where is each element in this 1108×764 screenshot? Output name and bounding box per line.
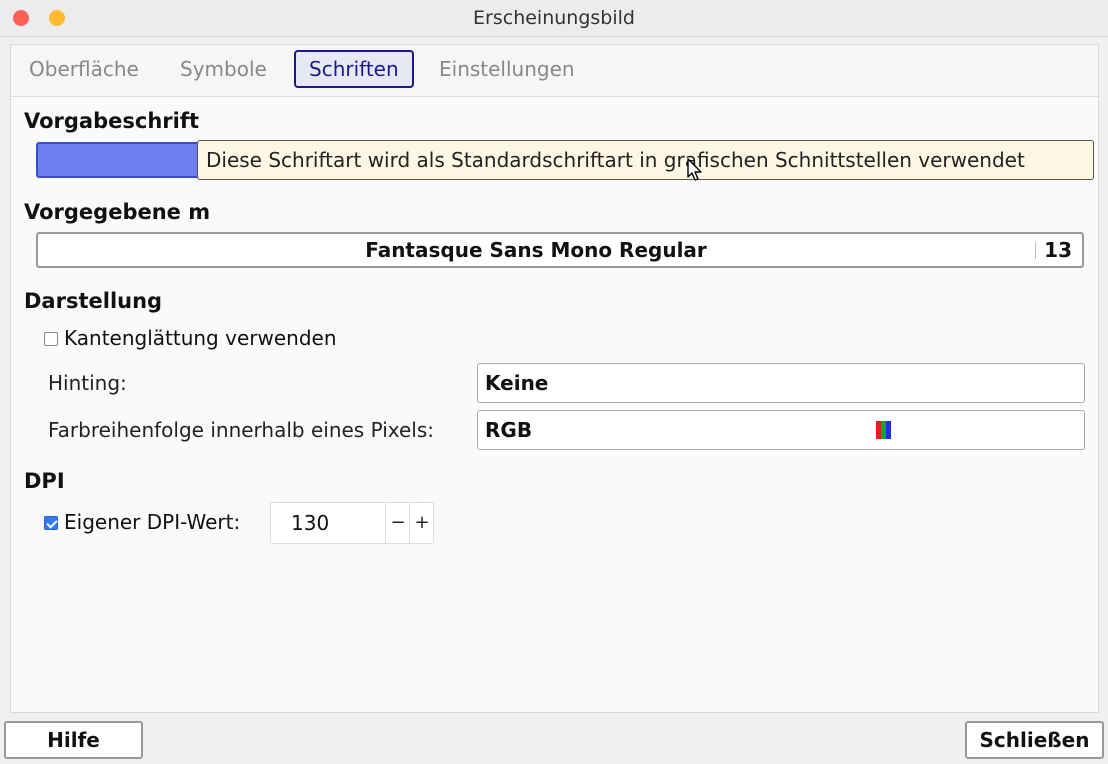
hinting-select[interactable]: Keine xyxy=(477,363,1085,403)
title-bar: Erscheinungsbild xyxy=(0,0,1108,37)
dpi-decrement-button[interactable]: − xyxy=(385,503,410,543)
tab-schriften[interactable]: Schriften xyxy=(294,50,414,88)
subpixel-order-value: RGB xyxy=(485,418,533,442)
mono-font-size: 13 xyxy=(1044,238,1072,262)
dpi-heading: DPI xyxy=(24,469,65,493)
tab-symbole[interactable]: Symbole xyxy=(167,50,280,88)
tab-oberflaeche[interactable]: Oberfläche xyxy=(16,50,152,88)
rgb-subpixel-icon xyxy=(876,421,891,439)
subpixel-order-select[interactable]: RGB xyxy=(477,410,1085,450)
default-font-heading: Vorgabeschrift xyxy=(24,109,199,133)
font-size-separator xyxy=(1035,242,1036,259)
custom-dpi-checkbox[interactable] xyxy=(44,516,58,530)
subpixel-order-label: Farbreihenfolge innerhalb eines Pixels: xyxy=(48,418,434,442)
close-button[interactable]: Schließen xyxy=(965,721,1104,759)
custom-dpi-label: Eigener DPI-Wert: xyxy=(64,510,241,534)
tab-einstellungen[interactable]: Einstellungen xyxy=(426,50,588,88)
mono-font-name: Fantasque Sans Mono Regular xyxy=(365,238,707,262)
antialias-checkbox[interactable] xyxy=(44,332,58,346)
antialias-checkbox-row[interactable]: Kantenglättung verwenden xyxy=(44,324,337,352)
custom-dpi-checkbox-row[interactable]: Eigener DPI-Wert: xyxy=(44,508,240,536)
tab-bar: Oberfläche Symbole Schriften Einstellung… xyxy=(11,45,1098,97)
dpi-value[interactable]: 130 xyxy=(291,503,329,543)
help-button[interactable]: Hilfe xyxy=(4,721,143,759)
mono-font-button[interactable]: Fantasque Sans Mono Regular 13 xyxy=(36,232,1084,268)
hinting-label: Hinting: xyxy=(48,371,127,395)
dpi-spinbutton[interactable]: 130 − + xyxy=(270,502,434,544)
mono-font-heading: Vorgegebene m xyxy=(24,200,211,224)
window-title: Erscheinungsbild xyxy=(473,7,635,29)
mouse-pointer-icon xyxy=(687,158,702,181)
hinting-value: Keine xyxy=(485,371,549,395)
dpi-increment-button[interactable]: + xyxy=(409,503,434,543)
default-font-tooltip: Diese Schriftart wird als Standardschrif… xyxy=(197,140,1094,180)
rendering-heading: Darstellung xyxy=(24,289,163,313)
antialias-label: Kantenglättung verwenden xyxy=(64,326,337,350)
